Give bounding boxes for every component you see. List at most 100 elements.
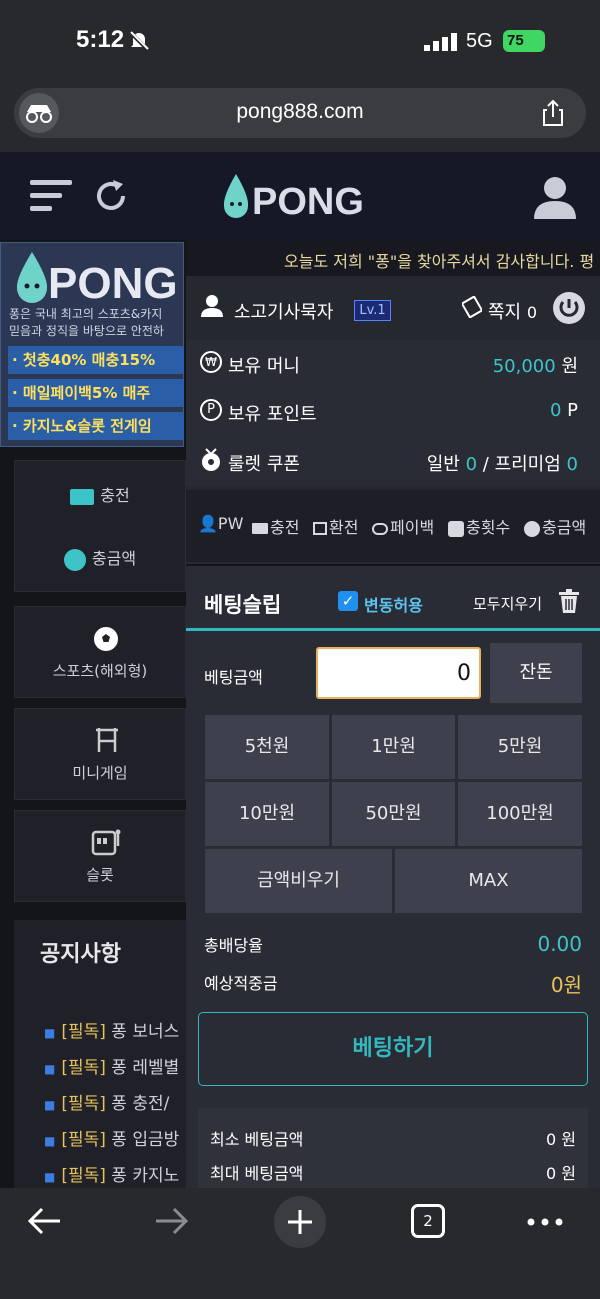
clear-amount-button[interactable]: 금액비우기: [205, 849, 392, 913]
count-icon: [448, 520, 464, 537]
quick-amount-button[interactable]: 5만원: [458, 715, 582, 779]
total-odds-value: 0.00: [537, 932, 582, 956]
quick-amount-button[interactable]: 1만원: [332, 715, 455, 779]
coupon-premium-label: 프리미엄: [494, 454, 561, 475]
notice-tag: [필독]: [61, 1094, 106, 1114]
site-logo[interactable]: PONG: [218, 166, 388, 226]
tool-charge[interactable]: 충전: [252, 514, 299, 538]
tool-charge-amount[interactable]: 충금액: [524, 514, 586, 538]
notice-tag: [필독]: [61, 1166, 106, 1186]
notice-item[interactable]: ■ [필독] 퐁 충전/: [44, 1089, 184, 1114]
allow-change-checkbox[interactable]: ✓: [338, 591, 358, 611]
menu-charge-label: 충전: [100, 486, 130, 505]
quick-amount-button[interactable]: 5천원: [205, 715, 329, 779]
notice-text: 퐁 보너스: [105, 1022, 180, 1042]
message-label: 쪽지: [488, 302, 522, 323]
min-bet-value: 0 원: [546, 1130, 576, 1149]
banner-line-1: 퐁은 국내 최고의 스포츠&카지: [9, 307, 163, 321]
refresh-icon[interactable]: [93, 178, 129, 214]
notice-item[interactable]: ■ [필독] 퐁 보너스: [44, 1017, 184, 1042]
coins-icon: [524, 520, 540, 537]
coupon-separator: /: [482, 454, 489, 475]
bet-amount-input[interactable]: [316, 647, 481, 699]
privacy-icon[interactable]: [19, 93, 59, 133]
new-tab-button[interactable]: [274, 1196, 326, 1248]
money-value: 50,000: [492, 356, 556, 377]
tool-exchange[interactable]: 환전: [313, 514, 358, 538]
tool-payback[interactable]: 페이백: [372, 514, 434, 538]
allow-change-label[interactable]: 변동허용: [364, 592, 423, 616]
power-icon[interactable]: [552, 291, 586, 325]
card-icon: [252, 523, 268, 534]
menu-icon[interactable]: [30, 178, 72, 214]
tool-charge-count[interactable]: 충횟수: [448, 514, 510, 538]
coupon-label: 룰렛 쿠폰: [228, 454, 300, 475]
menu-charge-amount[interactable]: 충금액: [14, 545, 186, 571]
banner-logo: PONG: [8, 248, 184, 308]
menu-charge[interactable]: 충전: [14, 482, 186, 506]
user-icon[interactable]: [532, 175, 578, 219]
more-icon[interactable]: [526, 1210, 564, 1234]
banner-description: 퐁은 국내 최고의 스포츠&카지 믿음과 정직을 바탕으로 안전하: [9, 306, 184, 340]
expected-win-value: 0원: [550, 973, 582, 997]
coins-icon: [63, 548, 86, 571]
back-arrow-icon[interactable]: [26, 1205, 62, 1237]
level-badge: Lv.1: [354, 300, 391, 321]
trash-icon[interactable]: [558, 588, 580, 614]
messages-link[interactable]: 쪽지 0: [488, 298, 537, 324]
payback-icon: [372, 522, 388, 535]
menu-minigame-label: 미니게임: [72, 764, 128, 782]
notice-item[interactable]: ■ [필독] 퐁 입금방: [44, 1125, 184, 1150]
username: 소고기사묵자: [234, 302, 334, 323]
message-count: 0: [526, 303, 538, 322]
quick-amount-button[interactable]: 100만원: [458, 782, 582, 846]
notice-item[interactable]: ■ [필독] 퐁 레벨별: [44, 1053, 184, 1078]
menu-slot[interactable]: [14, 810, 186, 902]
notice-text: 퐁 레벨별: [105, 1058, 180, 1078]
tool-charge-label: 충전: [270, 518, 300, 537]
menu-slot-label: 슬롯: [86, 866, 114, 884]
minigame-icon: [96, 728, 118, 752]
place-bet-button[interactable]: 베팅하기: [198, 1012, 588, 1086]
tool-pw[interactable]: 👤PW: [198, 514, 243, 533]
signal-icon: [424, 33, 457, 51]
tabs-button[interactable]: 2: [411, 1204, 445, 1238]
coupon-premium-value: 0: [566, 454, 578, 475]
notice-item[interactable]: ■ [필독] 퐁 카지노: [44, 1161, 184, 1186]
bet-amount-label: 베팅금액: [204, 668, 263, 687]
url-text[interactable]: pong888.com: [150, 100, 450, 124]
tool-pw-label: PW: [217, 514, 244, 533]
share-icon[interactable]: [538, 98, 568, 128]
menu-minigame[interactable]: [14, 708, 186, 800]
coupon-icon: [202, 448, 220, 471]
menu-sports[interactable]: [14, 606, 186, 698]
user-icon: 👤: [198, 514, 218, 533]
bell-muted-icon: [128, 30, 150, 52]
quick-amount-button[interactable]: 50만원: [332, 782, 455, 846]
bullet-icon: ■: [44, 1134, 56, 1148]
card-icon: [70, 488, 95, 505]
point-icon: P: [200, 399, 222, 421]
banner-strip: · 카지노&슬롯 전게임: [8, 412, 184, 440]
bullet-icon: ■: [44, 1098, 56, 1112]
notice-tag: [필독]: [61, 1058, 106, 1078]
quick-amount-button[interactable]: 10만원: [205, 782, 329, 846]
bullet-icon: ■: [44, 1062, 56, 1076]
marquee-text: 오늘도 저희 "퐁"을 찾아주셔서 감사합니다. 평: [284, 252, 595, 271]
clear-all-button[interactable]: 모두지우기: [473, 593, 542, 614]
change-button[interactable]: 잔돈: [490, 643, 582, 703]
charge-menu-box: [14, 460, 186, 592]
forward-arrow-icon[interactable]: [154, 1205, 190, 1237]
slot-machine-icon: [91, 829, 121, 856]
won-icon: ₩: [200, 351, 222, 373]
status-time: 5:12: [76, 26, 125, 53]
max-button[interactable]: MAX: [395, 849, 582, 913]
tool-charge-amount-label: 충금액: [542, 518, 587, 537]
notice-text: 퐁 카지노: [105, 1166, 180, 1186]
message-icon[interactable]: [462, 296, 482, 318]
tool-charge-count-label: 충횟수: [466, 518, 511, 537]
menu-charge-amount-label: 충금액: [91, 549, 137, 568]
logo-text: PONG: [252, 181, 364, 223]
exchange-icon: [313, 522, 327, 535]
min-bet-label: 최소 베팅금액: [210, 1130, 304, 1149]
